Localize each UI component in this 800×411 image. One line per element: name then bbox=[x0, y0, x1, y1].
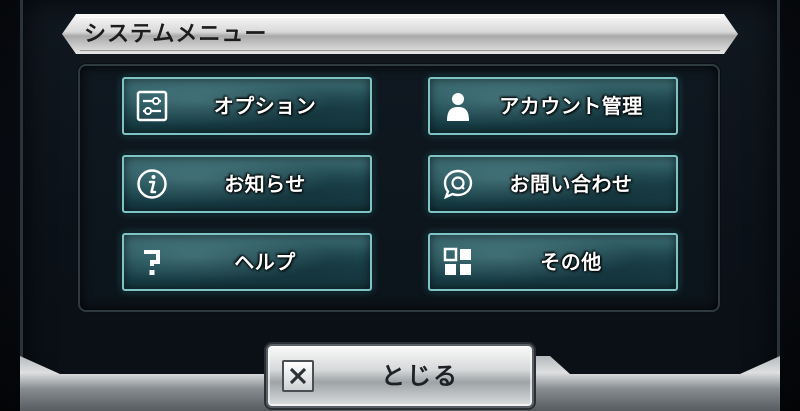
options-label: オプション bbox=[213, 94, 317, 118]
contact-button[interactable]: お問い合わせ bbox=[428, 155, 678, 213]
account-management-label: アカウント管理 bbox=[499, 94, 643, 118]
game-stage: システムメニュー オプション アカウント管理 お知らせ お問い合わせ ヘルプ そ… bbox=[0, 0, 800, 411]
options-sliders-icon bbox=[136, 90, 168, 122]
help-label: ヘルプ bbox=[234, 250, 296, 274]
news-label: お知らせ bbox=[224, 172, 306, 196]
info-icon bbox=[137, 169, 167, 199]
news-button[interactable]: お知らせ bbox=[122, 155, 372, 213]
contact-label: お問い合わせ bbox=[509, 172, 633, 196]
question-icon bbox=[144, 250, 160, 275]
support-chat-icon bbox=[443, 169, 473, 200]
other-label: その他 bbox=[540, 250, 602, 274]
options-button[interactable]: オプション bbox=[122, 77, 372, 135]
help-button[interactable]: ヘルプ bbox=[122, 233, 372, 291]
close-x-icon bbox=[282, 360, 314, 392]
other-button[interactable]: その他 bbox=[428, 233, 678, 291]
close-button[interactable]: とじる bbox=[266, 344, 534, 408]
user-icon bbox=[447, 93, 469, 121]
page-title: システムメニュー bbox=[84, 22, 268, 47]
grid-icon bbox=[443, 247, 471, 275]
close-label: とじる bbox=[381, 362, 459, 390]
account-management-button[interactable]: アカウント管理 bbox=[428, 77, 678, 135]
